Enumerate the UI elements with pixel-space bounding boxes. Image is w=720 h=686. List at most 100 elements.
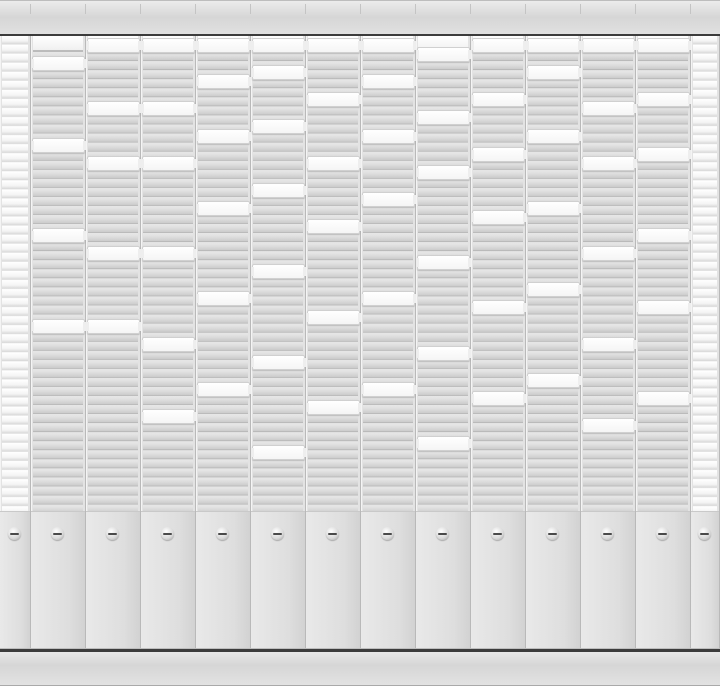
- screw-icon: [51, 527, 64, 540]
- planning-card[interactable]: [306, 92, 361, 108]
- column-end-plate: [416, 511, 470, 649]
- board-column: [361, 36, 416, 649]
- planning-card[interactable]: [636, 228, 691, 244]
- planning-card[interactable]: [526, 128, 581, 144]
- planning-card[interactable]: [141, 246, 196, 262]
- planning-card[interactable]: [251, 65, 306, 81]
- planning-card[interactable]: [306, 400, 361, 415]
- screw-icon: [491, 527, 504, 540]
- planning-card[interactable]: [361, 38, 416, 53]
- planning-card[interactable]: [196, 200, 251, 216]
- planning-card[interactable]: [636, 38, 691, 53]
- planning-card[interactable]: [471, 300, 526, 316]
- card-slots: [198, 36, 248, 511]
- card-slots: [308, 36, 358, 511]
- planning-card[interactable]: [581, 38, 636, 53]
- planning-card[interactable]: [526, 372, 581, 388]
- planning-card[interactable]: [581, 418, 636, 434]
- planning-card[interactable]: [416, 436, 471, 452]
- planning-card[interactable]: [251, 354, 306, 370]
- column-end-plate: [141, 511, 195, 649]
- card-slots: [2, 36, 28, 511]
- planning-card[interactable]: [306, 38, 361, 53]
- planning-card[interactable]: [251, 264, 306, 280]
- board-column: [471, 36, 526, 649]
- planning-card[interactable]: [141, 101, 196, 117]
- planning-card[interactable]: [636, 300, 691, 316]
- planning-card[interactable]: [471, 146, 526, 162]
- planning-card[interactable]: [471, 390, 526, 406]
- planning-card[interactable]: [86, 101, 141, 117]
- column-end-plate: [581, 511, 635, 649]
- planning-card[interactable]: [416, 110, 471, 126]
- screw-icon: [8, 527, 21, 540]
- planning-card[interactable]: [581, 336, 636, 352]
- card-slots: [638, 36, 688, 511]
- planning-card[interactable]: [306, 219, 361, 234]
- planning-card[interactable]: [306, 309, 361, 325]
- planning-card[interactable]: [196, 381, 251, 397]
- planning-card[interactable]: [306, 155, 361, 171]
- planning-card[interactable]: [196, 38, 251, 53]
- planning-card[interactable]: [251, 182, 306, 198]
- column-end-plate: [361, 511, 415, 649]
- board-column: [306, 36, 361, 649]
- planning-card[interactable]: [86, 38, 141, 53]
- column-end-plate: [471, 511, 525, 649]
- planning-card[interactable]: [251, 38, 306, 53]
- planning-card[interactable]: [471, 92, 526, 108]
- planning-card[interactable]: [526, 200, 581, 216]
- planning-card[interactable]: [86, 246, 141, 262]
- planning-card[interactable]: [31, 56, 86, 72]
- board-column: [581, 36, 636, 649]
- column-end-plate: [196, 511, 250, 649]
- column-end-plate: [251, 511, 305, 649]
- planning-card[interactable]: [251, 119, 306, 135]
- planning-card[interactable]: [141, 38, 196, 53]
- planning-card[interactable]: [86, 155, 141, 171]
- planning-card[interactable]: [471, 209, 526, 225]
- planning-card[interactable]: [471, 38, 526, 53]
- column-end-plate: [306, 511, 360, 649]
- board-column: [31, 36, 86, 649]
- planning-card[interactable]: [416, 255, 471, 271]
- planning-card[interactable]: [141, 336, 196, 352]
- planning-card[interactable]: [31, 318, 86, 334]
- planning-card[interactable]: [196, 74, 251, 90]
- planning-card[interactable]: [141, 409, 196, 425]
- planning-card[interactable]: [581, 101, 636, 117]
- planning-card[interactable]: [361, 191, 416, 207]
- board-column: [141, 36, 196, 649]
- card-slots: [693, 36, 717, 511]
- planning-card[interactable]: [361, 381, 416, 397]
- planning-card[interactable]: [416, 47, 471, 63]
- planning-card[interactable]: [31, 137, 86, 153]
- planning-card[interactable]: [581, 246, 636, 262]
- screw-icon: [546, 527, 559, 540]
- planning-card[interactable]: [636, 146, 691, 162]
- planning-card[interactable]: [636, 390, 691, 406]
- planning-card[interactable]: [361, 128, 416, 144]
- card-slots: [363, 36, 413, 511]
- planning-card[interactable]: [526, 38, 581, 53]
- column-end-plate: [636, 511, 690, 649]
- planning-card[interactable]: [196, 128, 251, 144]
- planning-card[interactable]: [141, 155, 196, 171]
- planning-card[interactable]: [86, 318, 141, 334]
- planning-card[interactable]: [526, 282, 581, 298]
- planning-card[interactable]: [251, 445, 306, 461]
- screw-icon: [326, 527, 339, 540]
- screw-icon: [216, 527, 229, 540]
- planning-card[interactable]: [416, 164, 471, 180]
- planning-card[interactable]: [416, 345, 471, 361]
- planning-card[interactable]: [361, 74, 416, 90]
- planning-card[interactable]: [361, 291, 416, 307]
- planning-card[interactable]: [526, 65, 581, 81]
- column-end-plate: [526, 511, 580, 649]
- screw-icon: [698, 527, 711, 540]
- planning-card[interactable]: [196, 291, 251, 307]
- planning-card[interactable]: [581, 155, 636, 171]
- planning-card[interactable]: [31, 228, 86, 244]
- screw-icon: [381, 527, 394, 540]
- planning-card[interactable]: [636, 92, 691, 108]
